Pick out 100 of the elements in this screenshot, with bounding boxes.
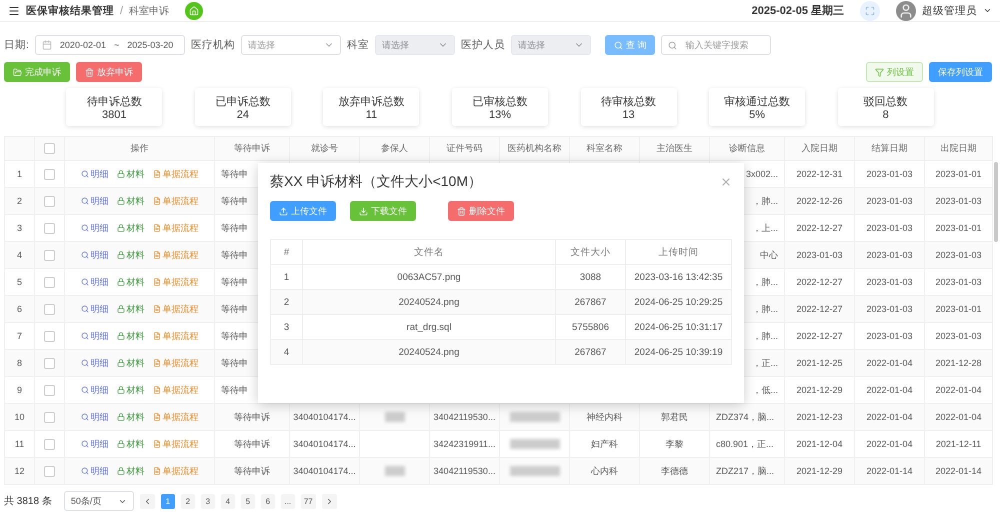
checkbox[interactable] (44, 276, 55, 288)
action-button[interactable]: 放弃申诉 (76, 62, 142, 82)
row-action-link[interactable]: 单据流程 (152, 410, 198, 424)
checkbox[interactable] (44, 330, 55, 342)
row-action-link[interactable]: 单据流程 (152, 248, 198, 262)
row-action-link[interactable]: 明细 (80, 356, 108, 370)
row-action-link[interactable]: 单据流程 (152, 330, 198, 342)
stat-label: 审核通过总数 (724, 94, 790, 108)
lock-icon (116, 305, 124, 313)
checkbox[interactable] (44, 143, 55, 154)
checkbox[interactable] (44, 412, 55, 423)
row-action-link[interactable]: 明细 (80, 410, 108, 424)
page-button[interactable]: 77 (300, 494, 316, 508)
table-cell: 267867 (556, 340, 626, 364)
table-cell: 34040104174... (290, 458, 360, 484)
row-action-link[interactable]: 明细 (80, 194, 108, 208)
checkbox[interactable] (44, 304, 55, 315)
date-range-field[interactable]: 2020-02-01 ~ 2025-03-20 (34, 35, 185, 55)
lock-icon (116, 359, 124, 367)
row-action-link[interactable]: 单据流程 (152, 222, 198, 234)
next-page-button[interactable] (322, 494, 337, 508)
caret-icon[interactable] (983, 6, 992, 15)
search-field[interactable]: 输入关键字搜索 (661, 35, 772, 55)
row-action-link[interactable]: 单据流程 (152, 276, 198, 288)
fullscreen-button[interactable] (860, 0, 880, 20)
row-action-link[interactable]: 材料 (116, 356, 144, 370)
checkbox[interactable] (44, 168, 55, 180)
document-icon (152, 440, 160, 448)
document-icon (152, 224, 160, 232)
lock-icon (116, 386, 124, 394)
column-settings-button[interactable]: 保存列设置 (929, 62, 992, 82)
row-action-link[interactable]: 明细 (80, 222, 108, 234)
row-action-link[interactable]: 材料 (116, 464, 144, 478)
row-action-link[interactable]: 单据流程 (152, 168, 198, 180)
page-button[interactable]: 1 (160, 494, 175, 508)
stat-label: 待审核总数 (601, 94, 656, 108)
previous-page-button[interactable] (140, 494, 155, 508)
row-action-link[interactable]: 材料 (116, 168, 144, 180)
row-action-link[interactable]: 材料 (116, 410, 144, 424)
row-action-link[interactable]: 材料 (116, 330, 144, 342)
search-button[interactable]: 查 询 (604, 35, 656, 55)
column-header: 主治医生 (640, 136, 710, 160)
checkbox[interactable] (44, 196, 55, 207)
column-header: 就诊号 (290, 136, 360, 160)
scrollbar[interactable] (994, 162, 998, 242)
row-action-link[interactable]: 明细 (80, 464, 108, 478)
lock-icon (116, 332, 124, 340)
row-action-link[interactable]: 明细 (80, 248, 108, 262)
menu-icon[interactable] (8, 4, 20, 16)
page-size-select[interactable]: 50条/页 (64, 491, 134, 511)
stat-label: 已申诉总数 (215, 94, 270, 108)
row-action-link[interactable]: 材料 (116, 222, 144, 234)
page-button[interactable]: 3 (200, 494, 215, 508)
row-action-link[interactable]: 单据流程 (152, 464, 198, 478)
file-action-button[interactable]: 上传文件 (270, 201, 336, 221)
row-action-link[interactable]: 明细 (80, 330, 108, 342)
column-header: 入院日期 (784, 136, 854, 160)
checkbox[interactable] (44, 438, 55, 450)
checkbox[interactable] (44, 466, 55, 477)
trash-icon (457, 206, 466, 216)
row-action-link[interactable]: 材料 (116, 276, 144, 288)
row-action-link[interactable]: 单据流程 (152, 438, 198, 450)
row-action-link[interactable]: 材料 (116, 438, 144, 450)
home-button[interactable] (185, 2, 204, 20)
column-settings-button[interactable]: 列设置 (866, 62, 923, 82)
checkbox[interactable] (44, 358, 55, 369)
row-action-link[interactable]: 明细 (80, 438, 108, 450)
user-name[interactable]: 超级管理员 (922, 4, 977, 18)
select-field[interactable]: 请选择 (240, 35, 341, 55)
row-action-link[interactable]: 材料 (116, 302, 144, 316)
action-button[interactable]: 完成申诉 (4, 62, 70, 82)
row-action-link[interactable]: 单据流程 (152, 194, 198, 208)
breadcrumb-item[interactable]: 科室申诉 (129, 4, 170, 18)
table-cell: 2022-01-14 (854, 458, 924, 484)
page-button[interactable]: 5 (240, 494, 255, 508)
row-action-link[interactable]: 材料 (116, 384, 144, 396)
row-action-link[interactable]: 明细 (80, 384, 108, 396)
row-action-link[interactable]: 单据流程 (152, 302, 198, 316)
row-action-link[interactable]: 单据流程 (152, 384, 198, 396)
close-icon[interactable] (720, 176, 732, 188)
page-button[interactable]: 6 (260, 494, 275, 508)
stat-value: 11 (366, 108, 378, 120)
page-button[interactable]: ... (280, 494, 295, 508)
row-action-link[interactable]: 单据流程 (152, 356, 198, 370)
upload-icon (279, 206, 288, 216)
row-action-link[interactable]: 明细 (80, 276, 108, 288)
page-button[interactable]: 2 (180, 494, 195, 508)
page-button[interactable]: 4 (220, 494, 235, 508)
file-action-button[interactable]: 下载文件 (350, 201, 416, 221)
row-number: 12 (4, 458, 34, 484)
checkbox[interactable] (44, 250, 55, 261)
row-action-link[interactable]: 材料 (116, 194, 144, 208)
file-action-button[interactable]: 删除文件 (448, 201, 514, 221)
row-action-link[interactable]: 材料 (116, 248, 144, 262)
checkbox[interactable] (44, 222, 55, 234)
row-action-link[interactable]: 明细 (80, 168, 108, 180)
document-icon (152, 197, 160, 205)
row-action-link[interactable]: 明细 (80, 302, 108, 316)
checkbox[interactable] (44, 384, 55, 396)
table-cell: 2021-12-29 (784, 458, 854, 484)
